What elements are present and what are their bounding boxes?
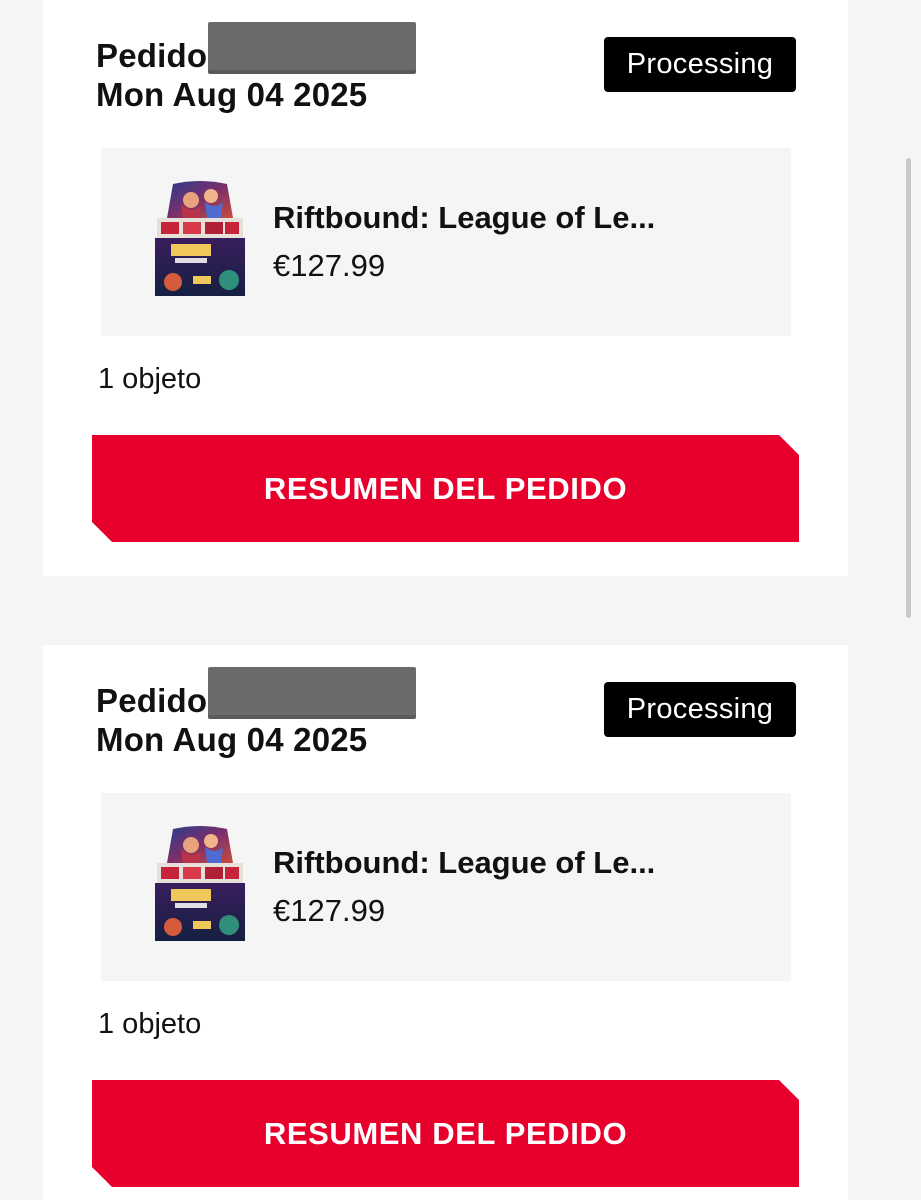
product-name[interactable]: Riftbound: League of Le...	[273, 200, 655, 236]
product-price: €127.99	[273, 893, 386, 928]
order-date: Mon Aug 04 2025	[96, 76, 368, 113]
item-count: 1 objeto	[98, 363, 202, 395]
product-box-thumbnail	[155, 826, 245, 941]
product-price: €127.99	[273, 248, 386, 283]
item-count: 1 objeto	[98, 1008, 202, 1040]
status-badge: Processing	[604, 37, 796, 92]
order-summary-button[interactable]: RESUMEN DEL PEDIDO	[92, 435, 799, 542]
product-name[interactable]: Riftbound: League of Le...	[273, 845, 655, 881]
redacted-order-number	[208, 667, 416, 719]
order-label: Pedido	[96, 37, 208, 74]
status-badge: Processing	[604, 682, 796, 737]
order-header: Pedido Mon Aug 04 2025 Processing	[43, 0, 848, 148]
order-card: Pedido Mon Aug 04 2025 Processing Riftbo…	[43, 645, 848, 1200]
product-row[interactable]: Riftbound: League of Le... €127.99	[101, 793, 791, 981]
order-summary-button[interactable]: RESUMEN DEL PEDIDO	[92, 1080, 799, 1187]
order-card: Pedido Mon Aug 04 2025 Processing Riftbo…	[43, 0, 848, 576]
product-row[interactable]: Riftbound: League of Le... €127.99	[101, 148, 791, 336]
order-date: Mon Aug 04 2025	[96, 721, 368, 758]
redacted-order-number	[208, 22, 416, 74]
product-box-thumbnail	[155, 181, 245, 296]
order-header: Pedido Mon Aug 04 2025 Processing	[43, 645, 848, 793]
order-label: Pedido	[96, 682, 208, 719]
scrollbar[interactable]	[906, 158, 911, 618]
